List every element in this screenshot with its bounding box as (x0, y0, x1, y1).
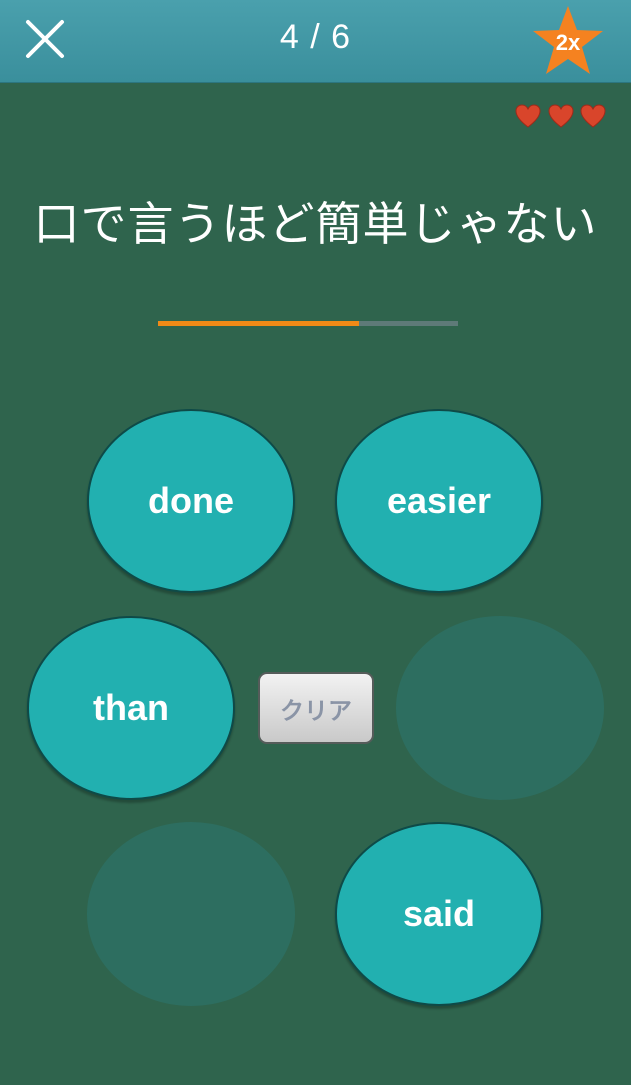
word-option-done[interactable]: done (87, 409, 295, 593)
word-option-label: done (148, 480, 234, 521)
word-option-label: easier (386, 480, 492, 521)
multiplier-label: 2x (555, 30, 581, 55)
question-prompt: 口で言うほど簡単じゃない (33, 198, 598, 250)
heart-icon (515, 104, 541, 128)
heart-icon (548, 104, 574, 128)
word-option-said[interactable]: said (335, 822, 543, 1006)
clear-button[interactable]: クリア (258, 672, 374, 744)
word-option-label: than (93, 687, 169, 728)
word-option-empty (396, 616, 604, 800)
lives-indicator (512, 102, 612, 132)
answer-progress-bar (158, 321, 458, 326)
word-option-easier[interactable]: easier (335, 409, 543, 593)
multiplier-badge: 2x (531, 4, 605, 78)
heart-icon (580, 104, 606, 128)
word-option-than[interactable]: than (27, 616, 235, 800)
word-option-empty (87, 822, 295, 1006)
top-bar: 4 / 6 2x (0, 0, 631, 83)
word-option-label: said (402, 893, 476, 934)
answer-progress-fill (158, 321, 359, 326)
